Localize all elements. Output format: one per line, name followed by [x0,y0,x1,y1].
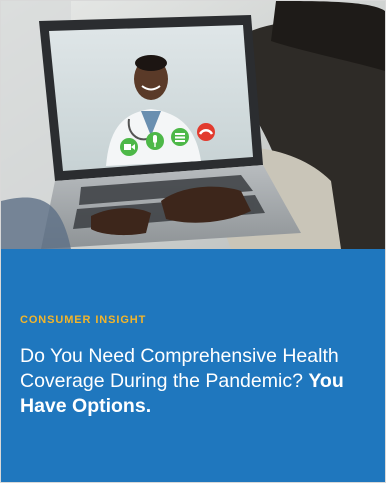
hero-image [1,1,385,249]
telehealth-illustration [1,1,385,249]
article-card[interactable]: CONSUMER INSIGHT Do You Need Comprehensi… [0,0,386,483]
category-label: CONSUMER INSIGHT [20,314,147,326]
headline-lead: Do You Need Comprehensive Health Coverag… [20,345,339,392]
article-info-panel: CONSUMER INSIGHT Do You Need Comprehensi… [1,249,385,482]
article-headline[interactable]: Do You Need Comprehensive Health Coverag… [20,344,380,419]
phone-hangup-icon [197,123,215,141]
